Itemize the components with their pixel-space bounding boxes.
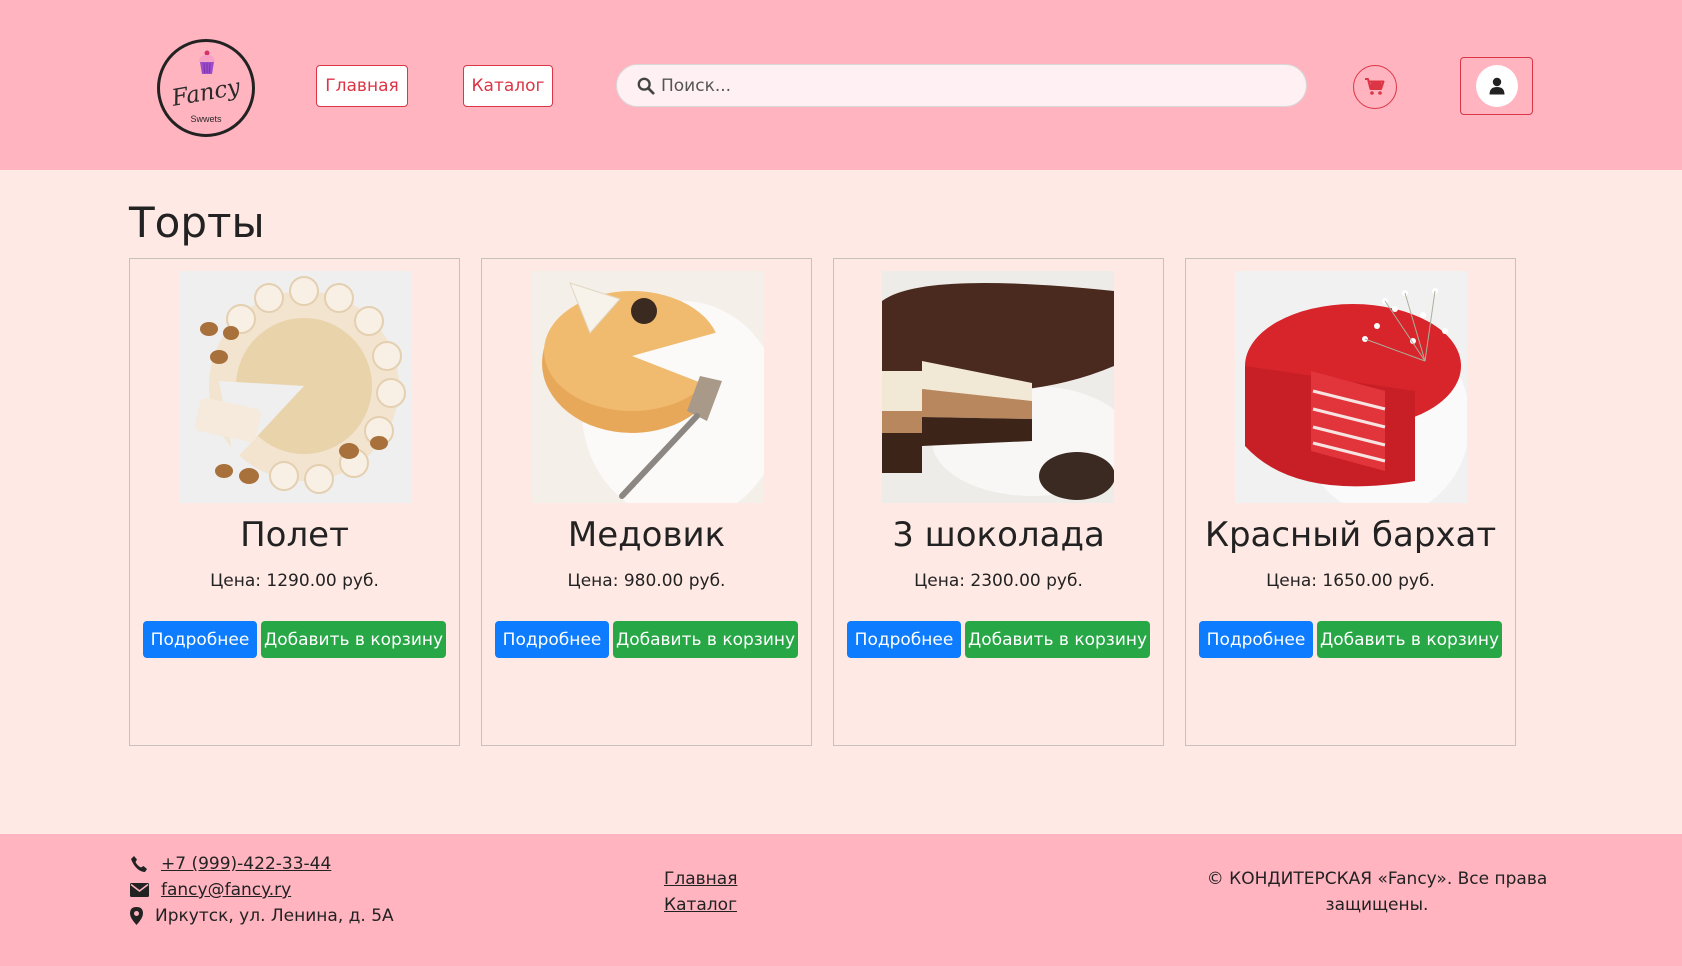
product-image[interactable] [179, 271, 411, 503]
product-image[interactable] [1235, 271, 1467, 503]
cart-icon [1365, 78, 1385, 95]
map-marker-icon [129, 907, 143, 925]
product-price: Цена: 1650.00 руб. [1266, 571, 1435, 591]
add-to-cart-button[interactable]: Добавить в корзину [261, 621, 446, 658]
envelope-icon [129, 881, 149, 899]
product-price: Цена: 980.00 руб. [567, 571, 726, 591]
search-input[interactable] [661, 75, 1306, 96]
page-title: Торты [129, 198, 265, 247]
product-image[interactable] [532, 271, 764, 503]
search-icon [637, 77, 655, 95]
footer-nav: Главная Каталог [664, 866, 737, 918]
footer-link-home[interactable]: Главная [664, 866, 737, 892]
product-image[interactable] [882, 271, 1114, 503]
phone-icon [129, 855, 149, 873]
copyright-text: © КОНДИТЕРСКАЯ «Fancy». Все права защище… [1206, 869, 1548, 915]
footer-link-catalog[interactable]: Каталог [664, 892, 737, 918]
details-button[interactable]: Подробнее [1199, 621, 1313, 658]
product-card: Медовик Цена: 980.00 руб. Подробнее Доба… [481, 258, 812, 746]
user-icon [1489, 77, 1504, 95]
avatar [1475, 65, 1518, 107]
product-name: 3 шоколада [892, 515, 1105, 555]
nav-home-button[interactable]: Главная [316, 65, 408, 107]
cart-button[interactable] [1353, 65, 1397, 109]
product-name: Медовик [567, 515, 726, 555]
product-name: Красный бархат [1204, 515, 1497, 555]
cupcake-icon [199, 50, 215, 74]
logo-tagline: Swwets [190, 114, 222, 124]
nav-catalog-button[interactable]: Каталог [463, 65, 553, 107]
details-button[interactable]: Подробнее [847, 621, 961, 658]
product-name: Полет [240, 515, 349, 555]
add-to-cart-button[interactable]: Добавить в корзину [965, 621, 1150, 658]
site-logo[interactable]: Fancy Swwets [157, 39, 255, 137]
address-text: Иркутск, ул. Ленина, д. 5А [155, 906, 394, 926]
site-header: Fancy Swwets Главная Каталог [0, 0, 1682, 170]
details-button[interactable]: Подробнее [143, 621, 257, 658]
footer-email: fancy@fancy.ry [129, 880, 291, 900]
email-link[interactable]: fancy@fancy.ry [161, 880, 291, 900]
user-account-button[interactable] [1460, 57, 1533, 115]
footer-phone: +7 (999)-422-33-44 [129, 854, 331, 874]
search-bar [616, 64, 1307, 107]
product-card: Красный бархат Цена: 1650.00 руб. Подроб… [1185, 258, 1516, 746]
logo-brand: Fancy [169, 74, 243, 112]
footer-address: Иркутск, ул. Ленина, д. 5А [129, 906, 394, 926]
product-card: Полет Цена: 1290.00 руб. Подробнее Добав… [129, 258, 460, 746]
details-button[interactable]: Подробнее [495, 621, 609, 658]
product-card: 3 шоколада Цена: 2300.00 руб. Подробнее … [833, 258, 1164, 746]
add-to-cart-button[interactable]: Добавить в корзину [613, 621, 798, 658]
product-price: Цена: 1290.00 руб. [210, 571, 379, 591]
product-price: Цена: 2300.00 руб. [914, 571, 1083, 591]
site-footer: +7 (999)-422-33-44 fancy@fancy.ry Иркутс… [0, 834, 1682, 966]
phone-link[interactable]: +7 (999)-422-33-44 [161, 854, 331, 874]
add-to-cart-button[interactable]: Добавить в корзину [1317, 621, 1502, 658]
